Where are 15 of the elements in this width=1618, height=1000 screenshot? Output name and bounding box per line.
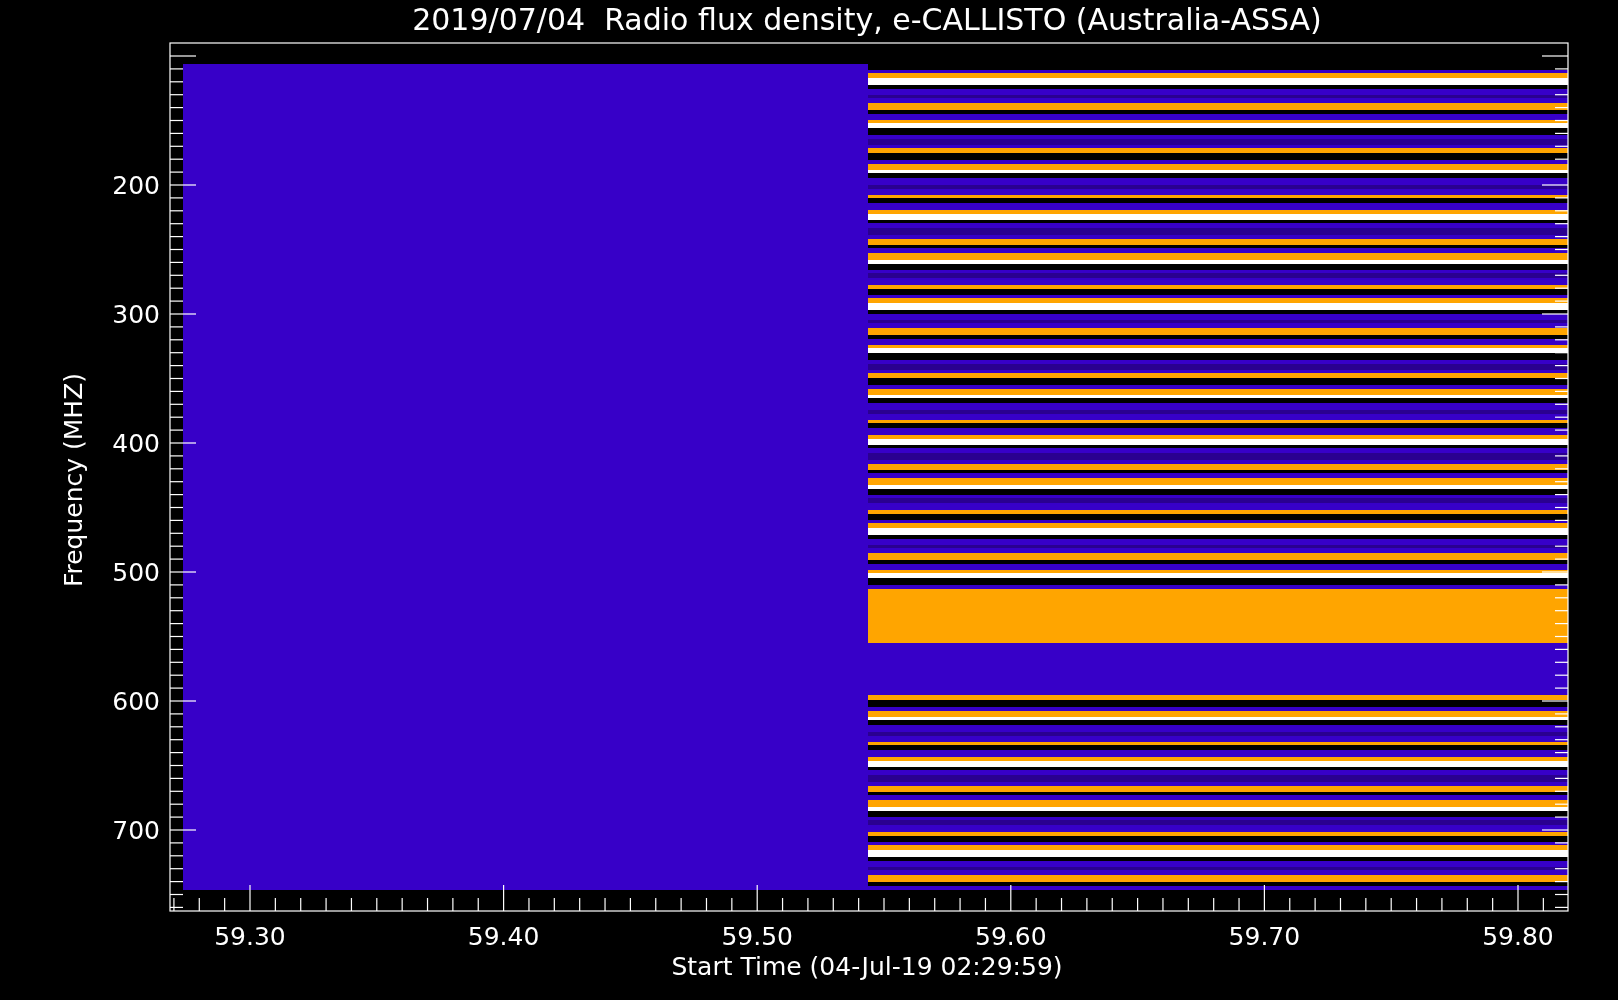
y-axis-label: Frequency (MHZ) bbox=[59, 372, 88, 588]
y-tick-label: 700 bbox=[112, 816, 160, 845]
x-axis-label: Start Time (04-Jul-19 02:29:59) bbox=[671, 952, 1063, 981]
y-tick-label: 200 bbox=[112, 171, 160, 200]
y-tick-label: 500 bbox=[112, 558, 160, 587]
x-tick-label: 59.30 bbox=[214, 922, 286, 951]
y-tick-label: 600 bbox=[112, 687, 160, 716]
y-tick-label: 300 bbox=[112, 300, 160, 329]
x-tick-label: 59.50 bbox=[721, 922, 793, 951]
chart-title: 2019/07/04 Radio flux density, e-CALLISTO (Australia-ASSA) bbox=[412, 2, 1322, 37]
x-tick-label: 59.60 bbox=[975, 922, 1047, 951]
x-tick-label: 59.80 bbox=[1482, 922, 1554, 951]
x-tick-label: 59.40 bbox=[467, 922, 540, 951]
y-tick-label: 400 bbox=[112, 429, 160, 458]
x-tick-label: 59.70 bbox=[1228, 922, 1301, 951]
